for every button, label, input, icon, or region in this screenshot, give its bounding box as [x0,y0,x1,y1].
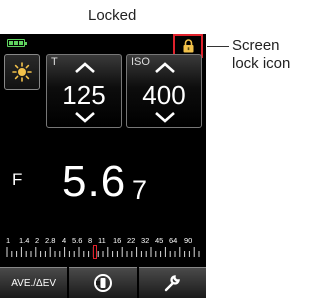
aperture-value: 5.6 [62,157,127,206]
battery-icon [7,39,27,47]
scale-label: 64 [169,236,178,245]
scale-label: 1.4 [19,236,30,245]
scale-label: 8 [88,236,93,245]
measure-mode-button[interactable] [4,54,40,90]
scale-label: 90 [184,236,193,245]
scale-label: 16 [113,236,122,245]
shutter-decrease-icon[interactable] [74,111,96,123]
lock-icon[interactable] [183,39,194,53]
scale-label: 22 [127,236,136,245]
iso-label: ISO [131,56,150,68]
annotation-line-1: Screen [232,37,280,54]
aperture-label: F [12,170,23,189]
meter-screen: T 125 ISO 400 F 5.6 7 1 1.4 2 2.8 4 5.6 … [0,34,206,298]
memory-button[interactable] [69,267,137,298]
aperture-scale-pointer [93,245,97,259]
annotation-line-2: lock icon [232,55,291,72]
wrench-icon [165,275,181,292]
scale-label: 4 [62,236,67,245]
memory-icon [93,274,112,292]
screen-lock-annotation: Screen lock icon [232,37,290,73]
aperture-scale-labels: 1 1.4 2 2.8 4 5.6 8 11 16 22 32 45 64 90 [0,236,206,246]
scale-label: 2 [35,236,40,245]
sun-icon [12,62,32,82]
shutter-increase-icon[interactable] [74,62,96,74]
scale-label: 5.6 [72,236,83,245]
scale-label: 11 [98,236,106,245]
scale-label: 45 [155,236,164,245]
ave-ev-button[interactable]: AVE./ΔEV [0,267,68,298]
locked-caption: Locked [88,7,137,24]
bottom-button-bar: AVE./ΔEV [0,267,206,298]
annotation-leader-line [207,46,229,47]
aperture-tenths: 7 [132,175,148,205]
iso-value: 400 [142,80,186,110]
scale-label: 32 [141,236,150,245]
settings-button[interactable] [138,267,206,298]
shutter-value: 125 [62,80,106,110]
shutter-label: T [51,56,58,68]
iso-decrease-icon[interactable] [154,111,176,123]
scale-label: 2.8 [45,236,56,245]
aperture-scale-ticks [6,247,200,257]
shutter-speed-panel: T 125 [46,54,122,128]
scale-label: 1 [6,236,11,245]
iso-panel: ISO 400 [126,54,202,128]
iso-increase-icon[interactable] [154,62,176,74]
